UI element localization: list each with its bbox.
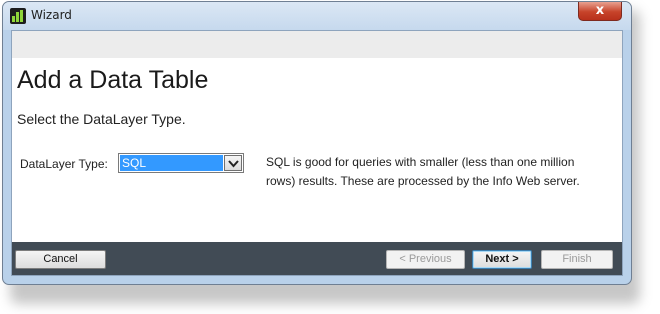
cancel-button[interactable]: Cancel (15, 250, 106, 269)
datalayer-type-label: DataLayer Type: (20, 157, 108, 171)
header-strip (12, 31, 622, 58)
next-button[interactable]: Next > (472, 250, 532, 269)
wizard-content: Add a Data Table Select the DataLayer Ty… (11, 30, 623, 276)
finish-button[interactable]: Finish (541, 250, 613, 269)
dropdown-button[interactable] (224, 155, 242, 171)
title-bar[interactable]: Wizard x (3, 2, 631, 30)
wizard-window: Wizard x Add a Data Table Select the Dat… (2, 1, 632, 285)
close-icon: x (595, 3, 605, 18)
previous-button[interactable]: < Previous (386, 250, 465, 269)
button-bar: Cancel < Previous Next > Finish (12, 242, 622, 275)
close-button[interactable]: x (578, 2, 622, 21)
app-chart-icon (10, 8, 26, 24)
chevron-down-icon (228, 160, 239, 168)
datalayer-type-select[interactable]: SQL (118, 153, 244, 173)
page-subtitle: Select the DataLayer Type. (17, 111, 186, 127)
page-title: Add a Data Table (17, 66, 209, 94)
datalayer-description: SQL is good for queries with smaller (le… (266, 155, 580, 188)
window-title: Wizard (31, 8, 72, 22)
datalayer-type-value[interactable]: SQL (120, 155, 223, 171)
